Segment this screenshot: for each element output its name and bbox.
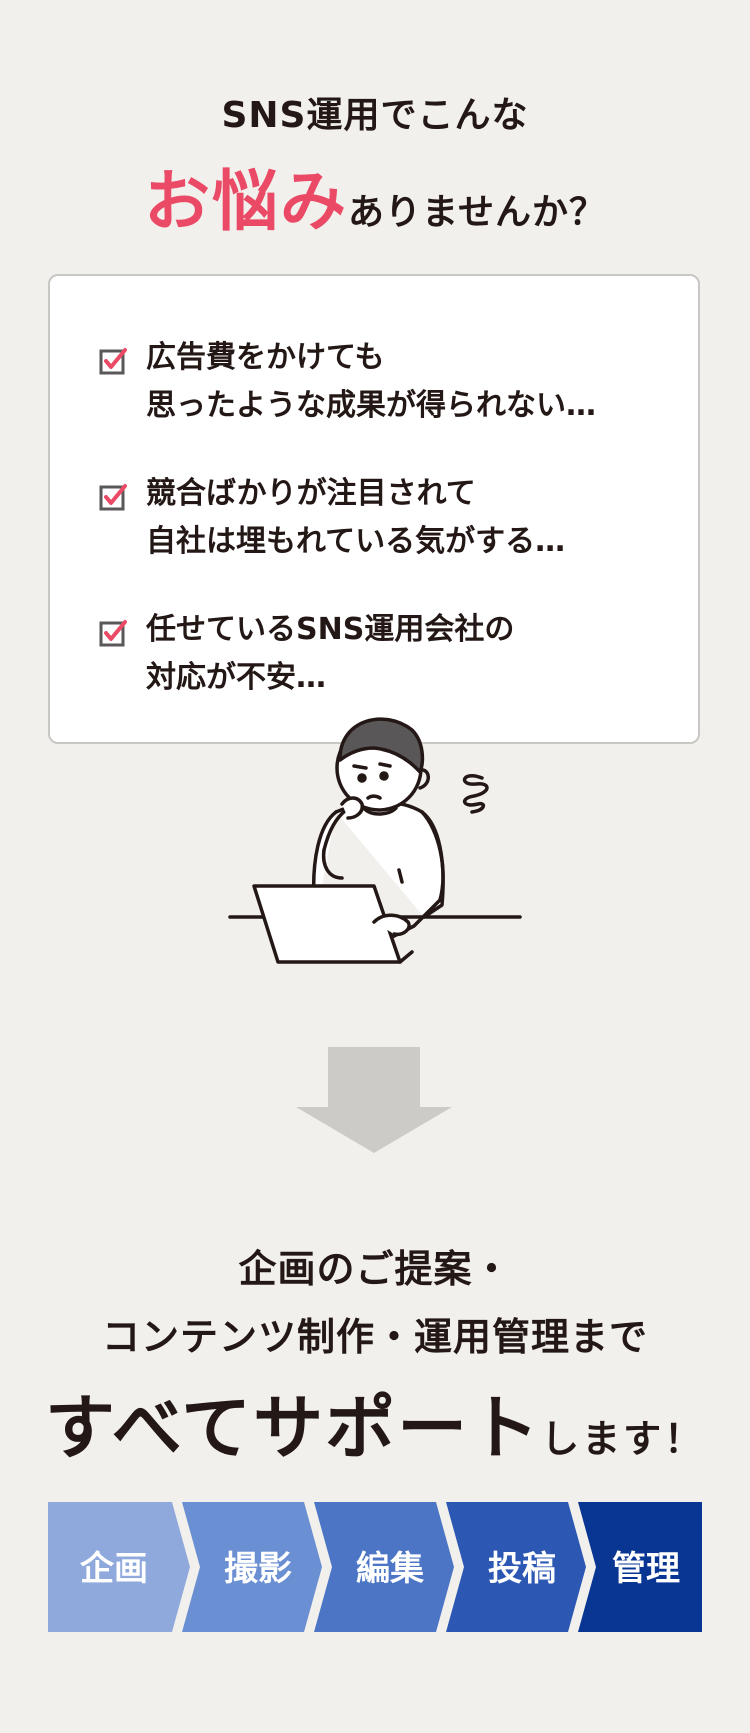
- worry-text: 競合ばかりが注目されて 自社は埋もれている気がする…: [146, 476, 566, 559]
- worry-text: 広告費をかけても 思ったような成果が得られない…: [146, 340, 596, 423]
- solution-line2: コンテンツ制作・運用管理まで: [101, 1315, 648, 1359]
- solution-line3: すべてサポートします！: [0, 1372, 750, 1473]
- heading-rest: ありませんか？: [348, 192, 606, 233]
- solution-suffix: します！: [541, 1417, 706, 1461]
- down-arrow-icon: [296, 1047, 452, 1153]
- heading-line1: SNS運用でこんな: [221, 95, 529, 136]
- checkbox-checked-icon: [99, 348, 127, 375]
- heading-line2: お悩みありませんか？: [0, 148, 750, 244]
- process-steps: 企画 撮影 編集 投稿 管理: [48, 1502, 702, 1632]
- step-label: 企画: [80, 1549, 148, 1589]
- checkbox-checked-icon: [99, 484, 127, 511]
- heading-accent: お悩み: [144, 163, 349, 240]
- solution-emphasis: すべてサポート: [44, 1387, 542, 1469]
- checkbox-checked-icon: [99, 620, 127, 647]
- step-label: 編集: [356, 1549, 424, 1589]
- solution-line1: 企画のご提案・: [238, 1247, 512, 1291]
- step-label: 撮影: [224, 1549, 292, 1589]
- worried-person-illustration: [228, 717, 522, 964]
- worry-text: 任せているSNS運用会社の 対応が不安…: [146, 612, 515, 695]
- worry-card: 広告費をかけても 思ったような成果が得られない… 競合ばかりが注目されて 自社は…: [48, 274, 700, 744]
- step-label: 投稿: [488, 1549, 556, 1589]
- step-label: 管理: [612, 1549, 680, 1589]
